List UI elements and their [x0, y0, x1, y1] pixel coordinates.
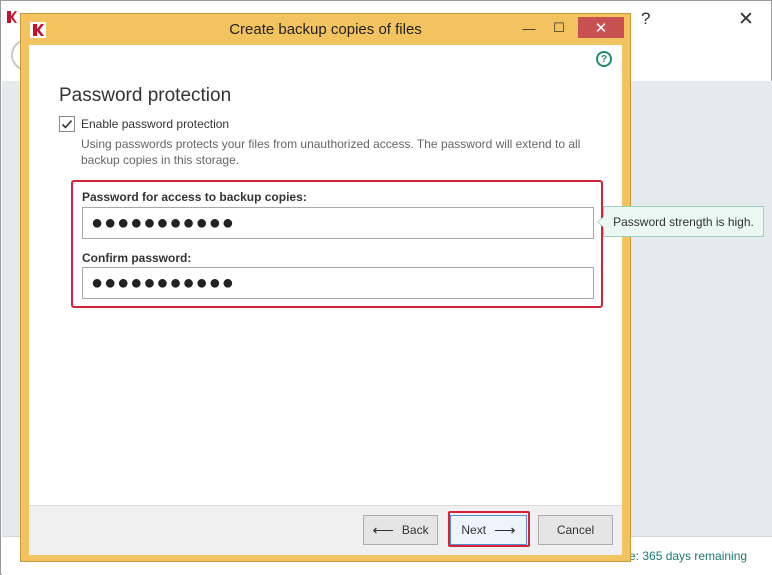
arrow-left-icon: ⟵ [372, 521, 394, 539]
checkmark-icon [61, 119, 73, 129]
next-button-highlight [448, 511, 530, 547]
help-icon[interactable]: ? [596, 51, 612, 67]
close-button[interactable]: ✕ [578, 17, 624, 38]
page-title: Password protection [59, 85, 232, 106]
cancel-button-label: Cancel [556, 523, 595, 537]
back-button[interactable]: ⟵ Back [363, 515, 438, 545]
license-status-link[interactable]: se: 365 days remaining [623, 549, 747, 563]
back-button-label: Back [401, 523, 429, 537]
tooltip-text: Password strength is high. [613, 214, 754, 229]
main-help-button[interactable]: ? [641, 9, 650, 29]
main-close-button[interactable]: ✕ [738, 8, 754, 31]
dialog-titlebar: Create backup copies of files — ☐ ✕ [21, 14, 630, 44]
password-fields-highlight [71, 180, 603, 308]
window-controls: — ☐ ✕ [514, 17, 624, 39]
enable-password-checkbox[interactable] [59, 116, 75, 132]
maximize-button[interactable]: ☐ [544, 17, 574, 39]
kaspersky-logo-icon [7, 11, 17, 23]
password-strength-tooltip: Password strength is high. [597, 206, 764, 237]
enable-password-label[interactable]: Enable password protection [81, 117, 229, 131]
minimize-button[interactable]: — [514, 17, 544, 39]
cancel-button[interactable]: Cancel [538, 515, 613, 545]
dialog-footer: ⟵ Back Next ⟶ Cancel [29, 505, 622, 555]
password-description: Using passwords protects your files from… [81, 137, 581, 167]
